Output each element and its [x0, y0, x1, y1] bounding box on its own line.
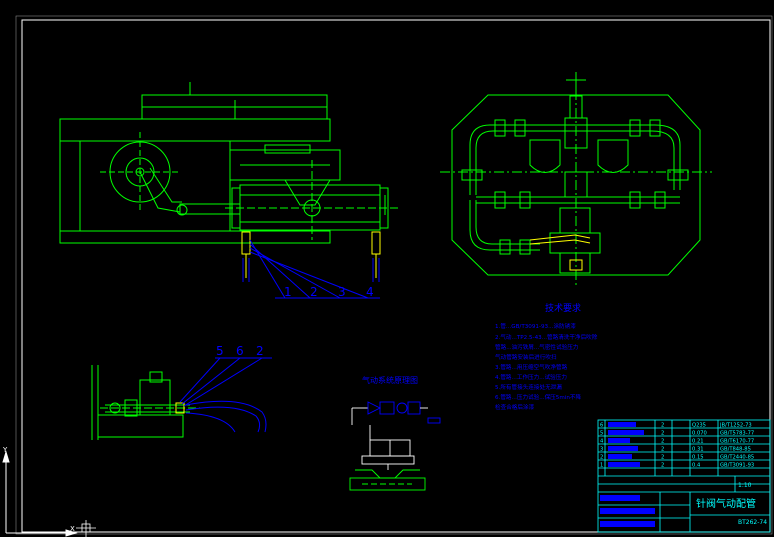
parts-list-cell-std: GB/T2440-85: [720, 455, 754, 461]
parts-list-cell-std: JB/T1252-73: [719, 423, 752, 429]
callout-6: 6: [236, 344, 244, 358]
parts-list-cell-std: GB/T848-85: [720, 447, 751, 453]
parts-list-cell-qty: 2: [661, 463, 664, 469]
tech-note-line: 1.管...GB/T3091-93...涂防锈漆: [495, 322, 576, 330]
svg-text:X: X: [70, 525, 75, 533]
tech-note-line: 管路...油污铁屑...气密性试验压力: [495, 343, 579, 351]
parts-list-cell-qty: 2: [661, 423, 664, 429]
tech-note-line: 2.气动...TP2.5-43...管路清洗干净后吹除: [495, 333, 598, 341]
parts-list-cell-std: GB/T6170-77: [720, 439, 754, 445]
parts-list-cell-qty: 2: [661, 431, 664, 437]
tech-note-line: 气动管路安装后进行吹扫: [495, 353, 557, 361]
parts-list-cell-std: GB/T5783-77: [720, 431, 754, 437]
parts-list-cell-no: 2: [600, 455, 603, 461]
parts-list-cell-mat: 0.31: [692, 447, 704, 453]
drawing-scale: 1:10: [738, 482, 752, 489]
callout-3: 3: [338, 285, 346, 299]
parts-list-cell-qty: 2: [661, 447, 664, 453]
parts-list-cell-qty: 2: [661, 439, 664, 445]
parts-list-cell-std: GB/T3091-93: [720, 463, 754, 469]
parts-list-cell-qty: 2: [661, 455, 664, 461]
parts-list-cell-mat: Q235: [692, 423, 706, 429]
parts-list-cell-no: 6: [600, 423, 603, 429]
tech-note-line: 4.管路...工作压力...试验压力: [495, 373, 567, 381]
parts-list-cell-mat: 0.15: [692, 455, 704, 461]
tech-notes-title: 技术要求: [545, 302, 581, 314]
parts-list-cell-no: 5: [600, 431, 603, 437]
tech-note-line: 检查合格后涂漆: [495, 403, 535, 411]
callout-1: 1: [284, 285, 292, 299]
drawing-title: 针阀气动配管: [696, 497, 756, 510]
cad-drawing-canvas[interactable]: 1 2 3 4 5 6 2 气动系统原理图 技术要求 1.管...GB/T309…: [0, 0, 774, 537]
callout-2b: 2: [256, 344, 264, 358]
svg-text:Y: Y: [2, 446, 8, 454]
tech-note-line: 6.管路...压力试验...保压5min不降: [495, 393, 581, 401]
callout-2: 2: [310, 285, 318, 299]
detail-view-callouts: 5 6 2: [216, 344, 264, 358]
parts-list-cell-mat: 0.070: [692, 431, 707, 437]
callout-4: 4: [366, 285, 374, 299]
parts-list-cell-no: 3: [600, 447, 603, 453]
parts-list-cell-mat: 0.4: [692, 463, 701, 469]
callout-5: 5: [216, 344, 224, 358]
schematic-title: 气动系统原理图: [362, 375, 418, 385]
parts-list-cell-no: 1: [600, 463, 603, 469]
drawing-number: BT262-74: [738, 519, 767, 526]
tech-note-line: 3.管路...用压缩空气吹净管路: [495, 363, 568, 371]
tech-note-line: 5.所有管接头连接处无泄漏: [495, 383, 562, 391]
parts-list-cell-mat: 0.21: [692, 439, 704, 445]
